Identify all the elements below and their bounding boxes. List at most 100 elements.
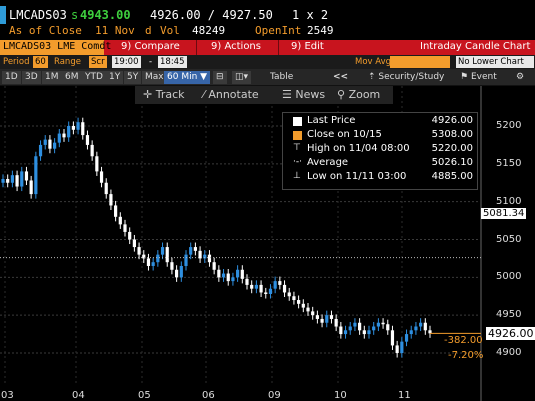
news-tool[interactable]: ☰ News (282, 88, 325, 101)
candle-body (34, 156, 38, 195)
candle-body (306, 307, 310, 312)
legend-value: 5308.00 (431, 129, 473, 140)
high-marker-icon: ⊤ (293, 143, 301, 153)
range-button-6m[interactable]: 6M (62, 71, 82, 84)
candle-body (53, 142, 57, 149)
candle-body (348, 326, 352, 331)
y-tick-label: 4950 (496, 309, 522, 321)
candle-body (358, 322, 362, 331)
candle-body (170, 262, 174, 270)
candle-body (123, 224, 127, 232)
candle-body (132, 239, 136, 248)
zoom-tool[interactable]: ⚲ Zoom (337, 88, 380, 101)
legend-value: 5026.10 (431, 157, 473, 168)
range-dash: - (149, 57, 153, 67)
average-axis-tag: 5081.34 (481, 208, 527, 219)
interval-value: 60 Min (167, 72, 198, 82)
range-button-5y[interactable]: 5Y (124, 71, 142, 84)
security-study-button[interactable]: ⇡ Security/Study (368, 72, 444, 82)
chart-style-icon[interactable]: ⊟ (213, 71, 227, 84)
open-interest-value: 2549 (307, 24, 334, 37)
annotate-tool[interactable]: ⁄ Annotate (203, 88, 259, 101)
volume-value: 48249 (192, 24, 226, 37)
compare-button[interactable]: 9) Compare (121, 41, 180, 52)
x-tick-label: 03 (1, 390, 14, 401)
candle-body (339, 326, 343, 335)
chevron-down-icon: ▾ (243, 72, 249, 82)
moving-average-label: Mov Avg (355, 57, 392, 67)
last-price: 4943.00 (80, 8, 131, 22)
range-button-1d[interactable]: 1D (2, 71, 21, 84)
candle-body (20, 171, 24, 187)
candle-body (99, 171, 104, 183)
range-button-ytd[interactable]: YTD (82, 71, 106, 84)
event-button[interactable]: ⚑ Event (460, 72, 497, 82)
volume-label: Vol (160, 24, 180, 37)
y-tick-label: 5200 (496, 120, 522, 131)
candle-body (109, 194, 113, 206)
bid-ask-size: 1 x 2 (292, 8, 329, 22)
security-header: LMCADS03 s 4943.00 4926.00 / 4927.50 1 x… (0, 0, 535, 26)
start-time-field[interactable]: 19:00 (112, 56, 141, 68)
candle-body (390, 330, 395, 346)
candle-body (414, 326, 418, 331)
edit-button[interactable]: 9) Edit (291, 41, 324, 52)
chart-plus-icon: ⇡ (368, 72, 379, 82)
candle-body (250, 284, 254, 289)
gear-icon[interactable]: ⚙ (516, 72, 524, 82)
legend-label: Close on 10/15 (307, 129, 382, 140)
range-button-max[interactable]: Max (142, 71, 167, 84)
candle-body (240, 269, 244, 279)
candle-body (372, 326, 376, 331)
x-tick-label: 09 (268, 390, 281, 401)
y-tick-label: 5150 (496, 157, 522, 169)
period-label: Period (3, 57, 30, 67)
candle-body (128, 231, 132, 240)
magnifier-icon: ⚲ (337, 88, 349, 101)
candle-body (179, 265, 183, 278)
range-button-1y[interactable]: 1Y (106, 71, 124, 84)
legend-label: Low on 11/11 03:00 (307, 171, 407, 182)
candle-body (38, 144, 43, 157)
legend-label: Average (307, 157, 349, 168)
table-button[interactable]: Table (270, 72, 293, 82)
x-tick-label: 04 (72, 390, 85, 401)
candle-body (81, 122, 85, 136)
moving-average-field[interactable] (390, 56, 450, 68)
security-field[interactable]: LMCADS03 LME Comdt (0, 40, 111, 55)
end-time-field[interactable]: 18:45 (158, 56, 187, 68)
candle-body (301, 303, 305, 308)
bid-ask: 4926.00 / 4927.50 (150, 8, 273, 22)
interval-dropdown[interactable]: 60 Min ▼ (164, 71, 211, 84)
period-field[interactable]: 60 (33, 56, 48, 68)
candle-body (381, 322, 385, 325)
chart-legend: Last Price 4926.00 Close on 10/15 5308.0… (282, 112, 478, 190)
range-button-3d[interactable]: 3D (22, 71, 41, 84)
close-swatch (293, 131, 302, 140)
y-tick-label: 5100 (496, 195, 522, 207)
candle-body (362, 330, 366, 335)
chart-toolbar: ✛ Track ⁄ Annotate ☰ News ⚲ Zoom (135, 86, 393, 104)
last-price-axis-tag: 4926.00 (486, 327, 535, 340)
candle-body (221, 273, 226, 278)
candle-body (400, 341, 404, 353)
lower-chart-field[interactable]: No Lower Chart (456, 56, 534, 68)
candle-body (259, 284, 263, 293)
track-tool[interactable]: ✛ Track (143, 88, 185, 101)
y-tick-label: 5000 (496, 271, 522, 283)
news-icon: ☰ (282, 88, 296, 101)
range-field[interactable]: Scr (89, 56, 107, 68)
range-button-1m[interactable]: 1M (42, 71, 62, 84)
candle-body (287, 292, 291, 297)
candle-body (151, 262, 155, 266)
candle-body (297, 300, 301, 304)
candle-body (160, 247, 165, 255)
candle-style-dropdown[interactable]: ◫▾ (232, 71, 252, 84)
actions-button[interactable]: 9) Actions (211, 41, 261, 52)
collapse-button[interactable]: << (333, 72, 348, 82)
candle-body (217, 269, 221, 278)
candle-body (29, 180, 33, 195)
candle-body (409, 330, 413, 335)
candle-body (419, 322, 423, 327)
ticker-symbol[interactable]: LMCADS03 (9, 8, 67, 22)
